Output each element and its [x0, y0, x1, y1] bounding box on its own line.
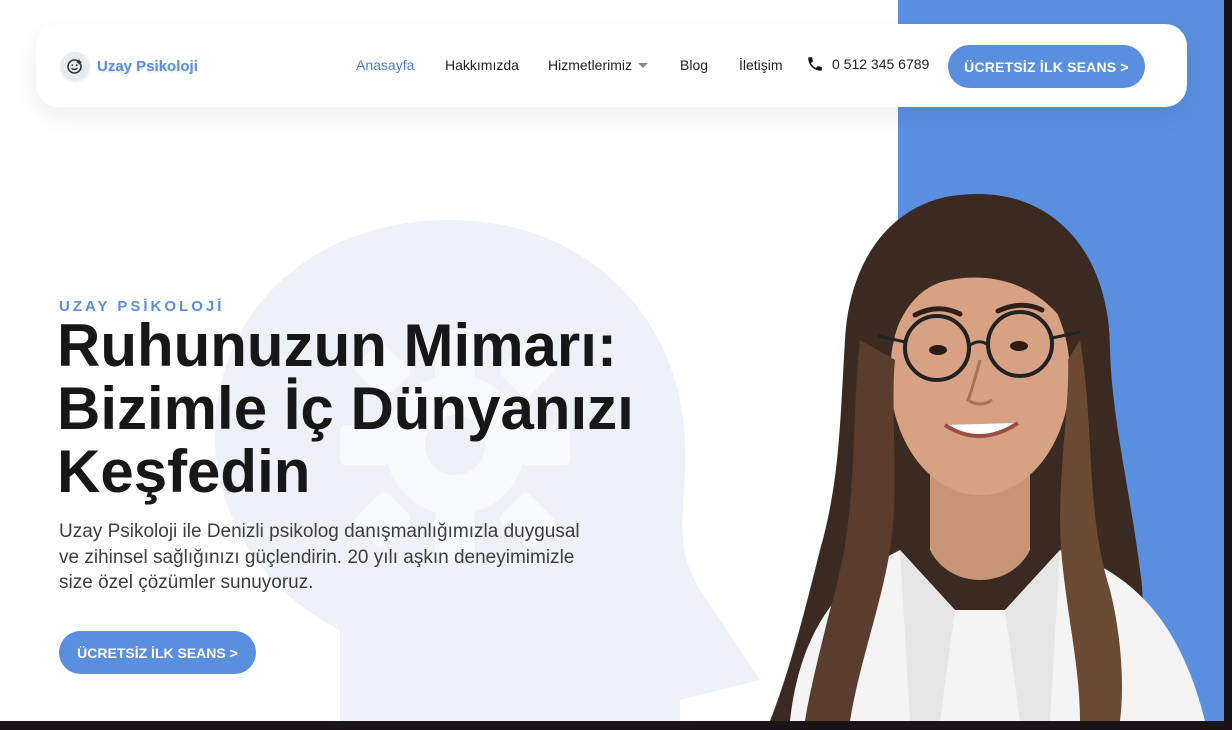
- nav-link-hakkimizda[interactable]: Hakkımızda: [445, 57, 519, 73]
- hero-title-line-2: Bizimle İç Dünyanızı: [57, 375, 634, 442]
- phone-icon: [808, 57, 822, 71]
- brand-name: Uzay Psikoloji: [97, 57, 198, 75]
- nav-link-anasayfa[interactable]: Anasayfa: [356, 57, 414, 73]
- free-session-button-nav[interactable]: ÜCRETSİZ İLK SEANS >: [948, 45, 1145, 88]
- phone-link[interactable]: 0 512 345 6789: [806, 55, 929, 73]
- main-navbar: Uzay Psikoloji Anasayfa Hakkımızda Hizme…: [36, 24, 1187, 107]
- psychologist-portrait-image: [770, 194, 1205, 721]
- nav-link-hizmetlerimiz-label: Hizmetlerimiz: [548, 57, 632, 73]
- nav-link-hizmetlerimiz[interactable]: Hizmetlerimiz: [548, 57, 648, 73]
- hero-title-line-1: Ruhunuzun Mimarı:: [57, 312, 617, 379]
- caret-down-icon: [638, 63, 648, 68]
- brand-logo-link[interactable]: Uzay Psikoloji: [61, 52, 198, 80]
- hero-title: Ruhunuzun Mimarı: Bizimle İç Dünyanızı K…: [57, 314, 697, 503]
- hero-title-line-3: Keşfedin: [57, 438, 311, 505]
- page-frame: Uzay Psikoloji Anasayfa Hakkımızda Hizme…: [0, 0, 1224, 721]
- phone-number: 0 512 345 6789: [832, 56, 930, 72]
- window-edge: [1224, 0, 1232, 730]
- hero-description: Uzay Psikoloji ile Denizli psikolog danı…: [59, 521, 580, 593]
- nav-link-blog[interactable]: Blog: [680, 57, 708, 73]
- free-session-button-hero[interactable]: ÜCRETSİZ İLK SEANS >: [59, 631, 256, 674]
- smile-icon: [61, 52, 89, 80]
- nav-link-iletisim[interactable]: İletişim: [739, 57, 783, 73]
